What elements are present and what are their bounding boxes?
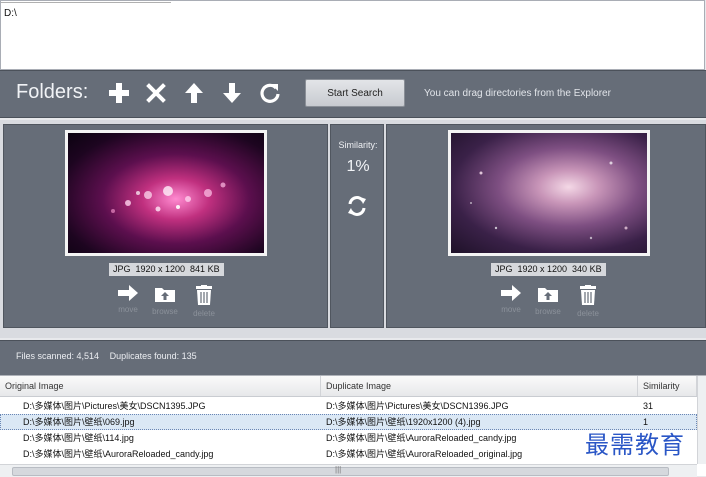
arrow-up-icon[interactable] [180, 79, 208, 107]
status-bar: Files scanned: 4,514 Duplicates found: 1… [0, 340, 706, 375]
watermark-text: 最需教育 [585, 431, 685, 459]
x-icon[interactable] [142, 79, 170, 107]
table-header: Original Image Duplicate Image Similarit… [0, 376, 697, 397]
left-delete-label: delete [193, 309, 215, 318]
table-row[interactable]: D:\多媒体\图片\Pictures\美女\DSCN1395.JPG D:\多媒… [0, 398, 697, 414]
left-move-button[interactable]: move [113, 285, 143, 314]
original-cell: D:\多媒体\图片\Pictures\美女\DSCN1395.JPG [23, 401, 206, 411]
left-browse-button[interactable]: browse [150, 285, 180, 316]
drag-hint-text: You can drag directories from the Explor… [424, 88, 611, 99]
column-header-original[interactable]: Original Image [0, 376, 321, 396]
duplicates-found-text: Duplicates found: 135 [109, 351, 197, 361]
duplicate-cell: D:\多媒体\图片\Pictures\美女\DSCN1396.JPG [326, 401, 509, 411]
status-text: Files scanned: 4,514 Duplicates found: 1… [16, 351, 205, 361]
vertical-scrollbar[interactable] [697, 376, 706, 464]
left-delete-button[interactable]: delete [189, 285, 219, 318]
right-image-preview[interactable] [448, 130, 650, 256]
original-cell: D:\多媒体\图片\壁纸\114.jpg [23, 433, 134, 443]
left-image-panel: JPG 1920 x 1200 841 KB move browse delet… [3, 124, 328, 328]
right-browse-label: browse [535, 307, 561, 316]
right-image-panel: JPG 1920 x 1200 340 KB move browse delet… [386, 124, 706, 328]
left-browse-label: browse [152, 307, 178, 316]
similarity-value: 1% [346, 158, 370, 175]
right-delete-label: delete [577, 309, 599, 318]
column-header-similarity[interactable]: Similarity [638, 376, 697, 396]
similarity-panel: Similarity: 1% [330, 124, 384, 328]
right-move-label: move [501, 305, 521, 314]
folder-list-top-border [1, 0, 171, 3]
left-move-label: move [118, 305, 138, 314]
folder-path-item[interactable]: D:\ [4, 8, 17, 19]
right-move-button[interactable]: move [496, 285, 526, 314]
right-delete-button[interactable]: delete [573, 285, 603, 318]
toolbar: Folders: Start Search You can drag direc… [0, 70, 706, 118]
plus-icon[interactable] [105, 79, 133, 107]
right-browse-button[interactable]: browse [533, 285, 563, 316]
horizontal-scrollbar[interactable]: ||| [0, 464, 697, 477]
folder-list[interactable]: D:\ [0, 0, 705, 70]
right-image-info: JPG 1920 x 1200 340 KB [491, 263, 606, 276]
refresh-icon[interactable] [256, 79, 284, 107]
left-image-preview[interactable] [65, 130, 267, 256]
scroll-grip-icon: ||| [335, 465, 342, 474]
files-scanned-text: Files scanned: 4,514 [16, 351, 100, 361]
original-cell: D:\多媒体\图片\壁纸\069.jpg [23, 417, 135, 427]
swap-icon[interactable] [346, 195, 368, 220]
left-image-info: JPG 1920 x 1200 841 KB [109, 263, 224, 276]
similarity-cell: 31 [643, 401, 654, 411]
start-search-button[interactable]: Start Search [305, 79, 405, 107]
column-header-duplicate[interactable]: Duplicate Image [321, 376, 638, 396]
arrow-down-icon[interactable] [218, 79, 246, 107]
folders-label: Folders: [16, 81, 89, 103]
similarity-label: Similarity: [338, 140, 378, 150]
original-cell: D:\多媒体\图片\壁纸\AuroraReloaded_candy.jpg [23, 449, 214, 459]
compare-area: JPG 1920 x 1200 841 KB move browse delet… [0, 120, 706, 338]
